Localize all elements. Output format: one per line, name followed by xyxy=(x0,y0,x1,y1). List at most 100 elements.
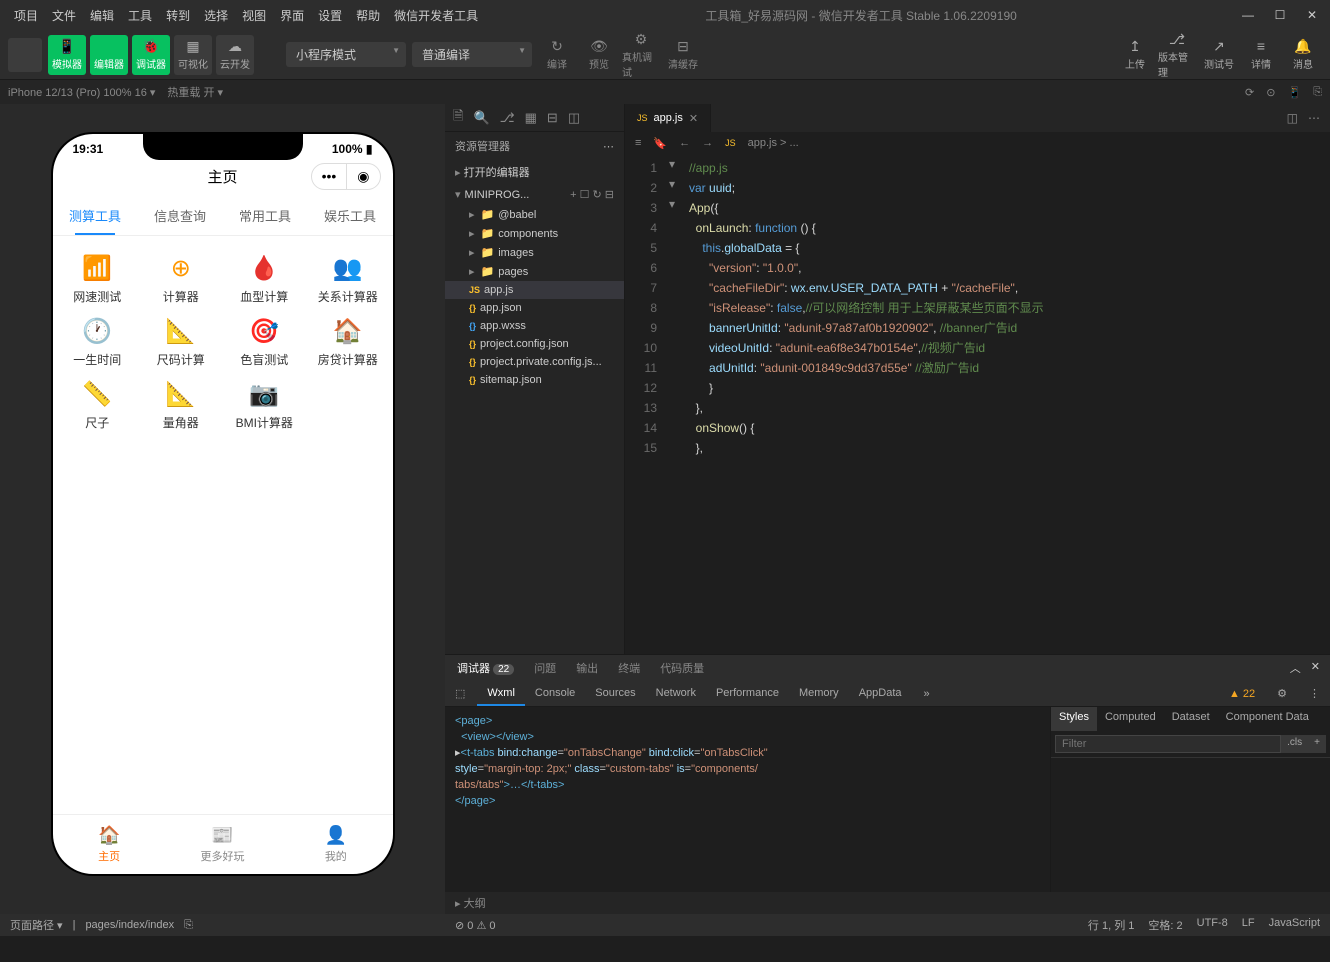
encoding[interactable]: UTF-8 xyxy=(1197,917,1228,933)
tree-item[interactable]: 📁 images xyxy=(445,243,624,262)
debugger-tab[interactable]: 调试器 22 xyxy=(455,660,516,676)
devtools-tab[interactable]: Wxml xyxy=(477,682,525,706)
toolbar-button[interactable]: ⚙真机调试 xyxy=(622,35,660,75)
errors-badge[interactable]: ⊘ 0 ⚠ 0 xyxy=(455,919,495,932)
menu-item[interactable]: 界面 xyxy=(274,3,310,28)
toolbar-button[interactable]: ⎇版本管理 xyxy=(1158,35,1196,75)
styles-tab[interactable]: Component Data xyxy=(1218,707,1317,731)
outline-section[interactable]: ▸ 大纲 xyxy=(445,892,1330,914)
grid-item[interactable]: ⊕计算器 xyxy=(144,252,218,305)
menu-item[interactable]: 编辑 xyxy=(84,3,120,28)
styles-tab[interactable]: Styles xyxy=(1051,707,1097,731)
grid-item[interactable]: 🏠房贷计算器 xyxy=(311,315,385,368)
grid-item[interactable]: 🩸血型计算 xyxy=(228,252,302,305)
devtools-tab[interactable]: AppData xyxy=(849,682,912,706)
warnings-badge[interactable]: ▲ 22 xyxy=(1219,688,1265,700)
branch-icon[interactable]: ⎇ xyxy=(500,110,515,126)
tree-item[interactable]: {} project.private.config.js... xyxy=(445,353,624,371)
phone-tab[interactable]: 常用工具 xyxy=(223,196,308,235)
grid-item[interactable]: 👥关系计算器 xyxy=(311,252,385,305)
breadcrumb-path[interactable]: app.js > ... xyxy=(748,137,799,149)
add-style-button[interactable]: + xyxy=(1308,735,1326,753)
grid-item[interactable]: 📏尺子 xyxy=(61,378,135,431)
toolbar-button[interactable]: 👁预览 xyxy=(580,35,618,75)
inspect-icon[interactable]: ⬚ xyxy=(445,682,475,705)
file-tab[interactable]: JS app.js ✕ xyxy=(625,104,711,132)
menu-item[interactable]: 项目 xyxy=(8,3,44,28)
settings-icon[interactable]: ⚙ xyxy=(1267,682,1297,705)
toggle-icon[interactable]: ≡ xyxy=(635,137,641,149)
debugger-tab[interactable]: 终端 xyxy=(616,660,642,676)
cls-button[interactable]: .cls xyxy=(1281,735,1308,753)
grid-item[interactable]: 📐量角器 xyxy=(144,378,218,431)
phone-tab[interactable]: 信息查询 xyxy=(138,196,223,235)
page-path-label[interactable]: 页面路径 ▾ xyxy=(10,917,63,933)
close-tab-icon[interactable]: ✕ xyxy=(689,112,698,125)
toolbar-button[interactable]: ▦可视化 xyxy=(174,35,212,75)
sim-action-icon[interactable]: ⟳ xyxy=(1245,86,1254,99)
tree-item[interactable]: {} app.json xyxy=(445,299,624,317)
maximize-button[interactable]: ☐ xyxy=(1270,8,1290,22)
tree-item[interactable]: 📁 components xyxy=(445,224,624,243)
debugger-tab[interactable]: 问题 xyxy=(532,660,558,676)
copy-icon[interactable]: ⎘ xyxy=(184,919,193,932)
grid-item[interactable]: 📶网速测试 xyxy=(61,252,135,305)
toolbar-button[interactable]: ☁云开发 xyxy=(216,35,254,75)
capsule-button[interactable]: •••◉ xyxy=(311,163,381,190)
tabbar-item[interactable]: 🏠主页 xyxy=(53,815,166,874)
devtools-tab[interactable]: Network xyxy=(646,682,706,706)
toolbar-button[interactable]: 📱模拟器 xyxy=(48,35,86,75)
toolbar-button[interactable]: ↗测试号 xyxy=(1200,35,1238,75)
menu-item[interactable]: 文件 xyxy=(46,3,82,28)
close-button[interactable]: ✕ xyxy=(1302,8,1322,22)
wxml-tree[interactable]: <page> <view></view>▸<t-tabs bind:change… xyxy=(445,707,1050,892)
more-icon[interactable]: ⊟ xyxy=(547,110,558,126)
eol[interactable]: LF xyxy=(1242,917,1255,933)
grid-item[interactable]: 🎯色盲测试 xyxy=(228,315,302,368)
files-icon[interactable]: 🗎 xyxy=(453,107,463,129)
cursor-position[interactable]: 行 1, 列 1 xyxy=(1088,917,1134,933)
styles-tab[interactable]: Dataset xyxy=(1164,707,1218,731)
misc-icon[interactable]: ◫ xyxy=(568,110,580,126)
back-icon[interactable]: ← xyxy=(679,137,690,149)
device-select[interactable]: iPhone 12/13 (Pro) 100% 16 ▾ xyxy=(8,86,155,99)
mode-select[interactable]: 小程序模式 xyxy=(286,42,406,67)
avatar[interactable] xyxy=(8,38,42,72)
toolbar-button[interactable]: ↥上传 xyxy=(1116,35,1154,75)
grid-item[interactable]: 🕐一生时间 xyxy=(61,315,135,368)
filter-input[interactable] xyxy=(1055,735,1281,753)
language[interactable]: JavaScript xyxy=(1269,917,1320,933)
devtools-tab[interactable]: Memory xyxy=(789,682,849,706)
grid-item[interactable]: 📷BMI计算器 xyxy=(228,378,302,431)
grid-item[interactable]: 📐尺码计算 xyxy=(144,315,218,368)
code-body[interactable]: 123456789101112131415 ▾▾▾ //app.jsvar uu… xyxy=(625,154,1330,654)
sim-action-icon[interactable]: 📱 xyxy=(1287,86,1301,99)
search-icon[interactable]: 🔍 xyxy=(473,110,489,126)
minimize-button[interactable]: — xyxy=(1238,8,1258,22)
ext-icon[interactable]: ▦ xyxy=(525,110,537,126)
open-editors-section[interactable]: 打开的编辑器 xyxy=(445,160,624,184)
menu-item[interactable]: 设置 xyxy=(312,3,348,28)
phone-tab[interactable]: 娱乐工具 xyxy=(308,196,393,235)
collapse-icon[interactable]: ︿ xyxy=(1290,660,1301,676)
indent-info[interactable]: 空格: 2 xyxy=(1148,917,1182,933)
toolbar-button[interactable]: ↻编译 xyxy=(538,35,576,75)
toolbar-button[interactable]: 编辑器 xyxy=(90,35,128,75)
tree-item[interactable]: {} app.wxss xyxy=(445,317,624,335)
menu-item[interactable]: 视图 xyxy=(236,3,272,28)
menu-item[interactable]: 帮助 xyxy=(350,3,386,28)
tree-item[interactable]: 📁 @babel xyxy=(445,205,624,224)
debugger-tab[interactable]: 代码质量 xyxy=(658,660,706,676)
forward-icon[interactable]: → xyxy=(702,137,713,149)
bookmark-icon[interactable]: 🔖 xyxy=(653,137,667,150)
compile-select[interactable]: 普通编译 xyxy=(412,42,532,67)
toolbar-button[interactable]: 🔔消息 xyxy=(1284,35,1322,75)
phone-tab[interactable]: 测算工具 xyxy=(53,196,138,235)
toolbar-button[interactable]: ≡详情 xyxy=(1242,35,1280,75)
tabbar-item[interactable]: 📰更多好玩 xyxy=(166,815,279,874)
menu-item[interactable]: 转到 xyxy=(160,3,196,28)
devtools-tab[interactable]: Console xyxy=(525,682,585,706)
styles-tab[interactable]: Computed xyxy=(1097,707,1164,731)
sim-action-icon[interactable]: ⎘ xyxy=(1313,86,1322,99)
project-section[interactable]: MINIPROG...+ ☐ ↻ ⊟ xyxy=(445,184,624,205)
